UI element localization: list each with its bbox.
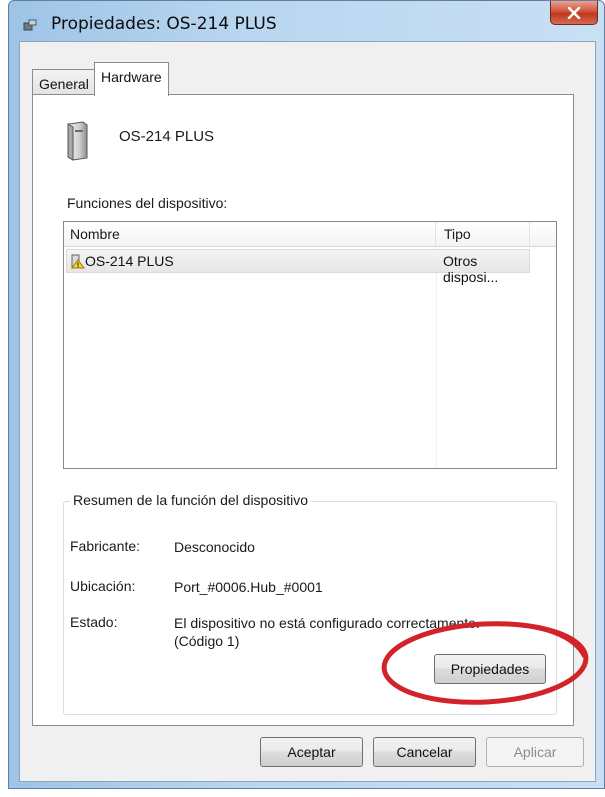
usb-device-icon	[67, 121, 88, 161]
properties-button[interactable]: Propiedades	[434, 654, 546, 684]
close-button[interactable]	[550, 1, 598, 25]
device-functions-list[interactable]: Nombre Tipo OS-214 PLUS Otros disposi...	[63, 221, 557, 469]
close-icon	[567, 6, 581, 19]
column-header-tipo[interactable]: Tipo	[436, 222, 530, 246]
list-item[interactable]: OS-214 PLUS Otros disposi...	[66, 249, 530, 285]
status-code: (Código 1)	[174, 633, 240, 649]
warning-device-icon	[71, 254, 85, 269]
function-name: OS-214 PLUS	[85, 253, 174, 269]
summary-title: Resumen de la función del dispositivo	[70, 492, 312, 508]
function-summary-group: Resumen de la función del dispositivo Fa…	[63, 492, 557, 715]
apply-button[interactable]: Aplicar	[486, 737, 584, 767]
location-value: Port_#0006.Hub_#0001	[174, 579, 323, 595]
status-label: Estado:	[70, 614, 118, 630]
window-title: Propiedades: OS-214 PLUS	[51, 14, 277, 34]
status-value: El dispositivo no está configurado corre…	[174, 615, 480, 631]
cancel-button[interactable]: Cancelar	[373, 737, 476, 767]
hardware-panel: OS-214 PLUS Funciones del dispositivo: N…	[32, 94, 574, 726]
manufacturer-value: Desconocido	[174, 539, 255, 555]
title-bar[interactable]: Propiedades: OS-214 PLUS	[9, 1, 604, 43]
column-divider	[436, 246, 437, 468]
tab-hardware[interactable]: Hardware	[94, 62, 169, 96]
list-header: Nombre Tipo	[64, 222, 556, 247]
dialog-client: General Hardware OS-214 PLUS Funciones d…	[19, 41, 596, 782]
device-functions-label: Funciones del dispositivo:	[67, 195, 228, 211]
properties-window: Propiedades: OS-214 PLUS General Hardwar…	[8, 0, 605, 789]
ok-button[interactable]: Aceptar	[260, 737, 363, 767]
manufacturer-label: Fabricante:	[70, 538, 141, 554]
tab-general[interactable]: General	[32, 69, 96, 95]
column-header-nombre[interactable]: Nombre	[64, 222, 436, 246]
device-manager-icon	[23, 19, 37, 31]
location-label: Ubicación:	[70, 578, 136, 594]
device-name: OS-214 PLUS	[119, 128, 215, 145]
function-type: Otros disposi...	[443, 253, 499, 285]
